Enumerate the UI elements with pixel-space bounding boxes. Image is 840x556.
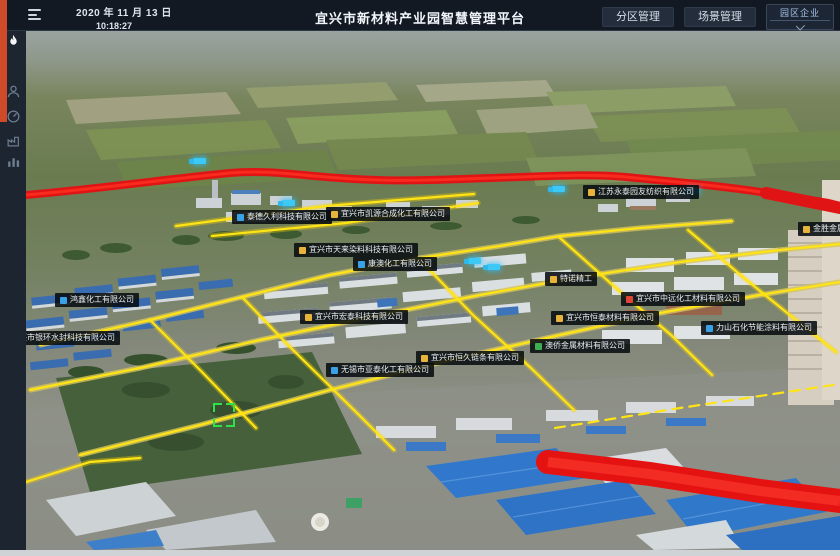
company-label[interactable]: 宜兴市宏泰科技有限公司: [300, 310, 408, 324]
company-marker-icon: [588, 189, 595, 196]
company-label[interactable]: 特诺精工: [545, 272, 597, 286]
company-label-text: 宜兴市天来染料科技有限公司: [309, 246, 413, 254]
company-marker-icon: [535, 343, 542, 350]
company-marker-icon: [421, 355, 428, 362]
header-datetime: 2020 年 11 月 13 日 10:18:27: [76, 4, 172, 31]
header-date: 2020 年 11 月 13 日: [76, 4, 172, 19]
company-label[interactable]: 鸿鑫化工有限公司: [55, 293, 139, 307]
company-marker-icon: [331, 211, 338, 218]
company-label[interactable]: 宜兴市恒泰材料有限公司: [551, 311, 659, 325]
company-label-text: 力山石化节能涂料有限公司: [716, 324, 812, 332]
company-label-text: 宜兴市恒泰材料有限公司: [566, 314, 654, 322]
header-bar: 2020 年 11 月 13 日 10:18:27 宜兴市新材料产业园智慧管理平…: [0, 0, 840, 31]
selection-bracket: [213, 403, 235, 427]
company-marker-icon: [60, 297, 67, 304]
truck-icon[interactable]: [282, 200, 295, 206]
window-edge: [0, 550, 840, 556]
company-label-text: 宜兴市宏泰科技有限公司: [315, 313, 403, 321]
scene-management-button[interactable]: 场景管理: [684, 7, 756, 27]
menu-icon[interactable]: [28, 9, 41, 20]
company-label[interactable]: 康澳化工有限公司: [353, 257, 437, 271]
company-label-text: 鸿鑫化工有限公司: [70, 296, 134, 304]
header-time: 10:18:27: [96, 21, 172, 31]
user-icon[interactable]: [6, 84, 21, 99]
company-label[interactable]: 金胜金属制品有限公司: [798, 222, 840, 236]
company-marker-icon: [305, 314, 312, 321]
map-3d-scene: [26, 30, 840, 550]
factory-icon[interactable]: [6, 133, 21, 148]
company-label-text: 金胜金属制品有限公司: [813, 225, 840, 233]
company-label[interactable]: 宜兴市天来染料科技有限公司: [294, 243, 418, 257]
accent-strip: [0, 0, 7, 122]
company-label[interactable]: 江苏永泰园友纺织有限公司: [583, 185, 699, 199]
company-label-text: 宜兴市恒久链条有限公司: [431, 354, 519, 362]
header-actions: 分区管理 场景管理 园区企业: [602, 4, 834, 30]
company-label[interactable]: 澳侨金属材料有限公司: [530, 339, 630, 353]
company-label-text: 特诺精工: [560, 275, 592, 283]
company-marker-icon: [556, 315, 563, 322]
company-label[interactable]: 宜兴市银环水封科技有限公司: [26, 331, 120, 345]
truck-icon[interactable]: [468, 258, 481, 264]
fire-icon[interactable]: [6, 34, 21, 49]
company-label-text: 康澳化工有限公司: [368, 260, 432, 268]
chevron-down-icon: [795, 21, 804, 30]
company-marker-icon: [803, 226, 810, 233]
bar-chart-icon[interactable]: [6, 154, 21, 169]
company-marker-icon: [550, 276, 557, 283]
company-label[interactable]: 无锡市亚泰化工有限公司: [326, 363, 434, 377]
truck-icon[interactable]: [552, 186, 565, 192]
page-title: 宜兴市新材料产业园智慧管理平台: [315, 8, 525, 27]
company-marker-icon: [237, 214, 244, 221]
company-marker-icon: [626, 296, 633, 303]
truck-icon[interactable]: [487, 264, 500, 270]
dropdown-label: 园区企业: [780, 6, 820, 19]
company-label-text: 江苏永泰园友纺织有限公司: [598, 188, 694, 196]
company-label[interactable]: 宜兴市凯源合成化工有限公司: [326, 207, 450, 221]
company-marker-icon: [358, 261, 365, 268]
gauge-icon[interactable]: [6, 109, 21, 124]
company-marker-icon: [706, 325, 713, 332]
company-label-text: 宜兴市凯源合成化工有限公司: [341, 210, 445, 218]
company-label[interactable]: 力山石化节能涂料有限公司: [701, 321, 817, 335]
company-label-text: 宜兴市中远化工材料有限公司: [636, 295, 740, 303]
park-enterprise-dropdown[interactable]: 园区企业: [766, 4, 834, 30]
company-label-text: 宜兴市银环水封科技有限公司: [26, 334, 115, 342]
app-window: 2020 年 11 月 13 日 10:18:27 宜兴市新材料产业园智慧管理平…: [0, 0, 840, 556]
company-marker-icon: [331, 367, 338, 374]
company-label-text: 泰德久利科技有限公司: [247, 213, 327, 221]
company-label[interactable]: 泰德久利科技有限公司: [232, 210, 332, 224]
map-viewport[interactable]: 泰德久利科技有限公司 宜兴市凯源合成化工有限公司宜兴市天来染料科技有限公司康澳化工…: [26, 30, 840, 550]
company-label[interactable]: 宜兴市中远化工材料有限公司: [621, 292, 745, 306]
zone-management-button[interactable]: 分区管理: [602, 7, 674, 27]
company-marker-icon: [299, 247, 306, 254]
company-label-text: 无锡市亚泰化工有限公司: [341, 366, 429, 374]
truck-icon[interactable]: [193, 158, 206, 164]
company-label-text: 澳侨金属材料有限公司: [545, 342, 625, 350]
